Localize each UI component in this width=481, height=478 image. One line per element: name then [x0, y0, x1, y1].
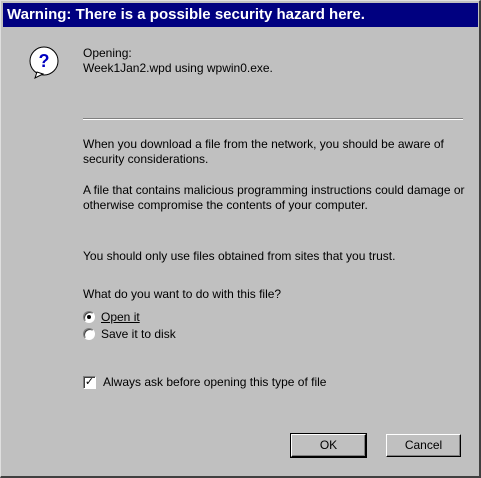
question-icon: ? — [29, 46, 59, 79]
always-ask-option[interactable]: ✓ Always ask before opening this type of… — [83, 374, 326, 390]
always-ask-label[interactable]: Always ask before opening this type of f… — [103, 375, 326, 389]
security-notice-paragraph: When you download a file from the networ… — [83, 137, 444, 166]
dialog-title: Warning: There is a possible security ha… — [3, 3, 478, 27]
save-to-disk-label[interactable]: Save it to disk — [101, 327, 176, 341]
question-label: What do you want to do with this file? — [83, 287, 282, 301]
cancel-button[interactable]: Cancel — [386, 434, 461, 457]
opening-filename: Week1Jan2.wpd using wpwin0.exe. — [83, 61, 273, 75]
always-ask-checkbox[interactable]: ✓ — [83, 375, 96, 389]
opening-label: Opening: — [83, 46, 132, 60]
trust-paragraph: You should only use files obtained from … — [83, 249, 396, 263]
save-to-disk-option[interactable]: Save it to disk — [83, 326, 176, 342]
security-warning-dialog: Warning: There is a possible security ha… — [0, 0, 481, 478]
open-it-radio[interactable] — [83, 311, 95, 323]
save-to-disk-radio[interactable] — [83, 328, 95, 340]
svg-text:?: ? — [39, 51, 50, 71]
separator-highlight — [83, 119, 463, 120]
ok-button[interactable]: OK — [290, 433, 367, 458]
malicious-file-paragraph: A file that contains malicious programmi… — [83, 183, 465, 212]
open-it-label[interactable]: Open it — [101, 310, 140, 324]
open-it-option[interactable]: Open it — [83, 309, 140, 325]
